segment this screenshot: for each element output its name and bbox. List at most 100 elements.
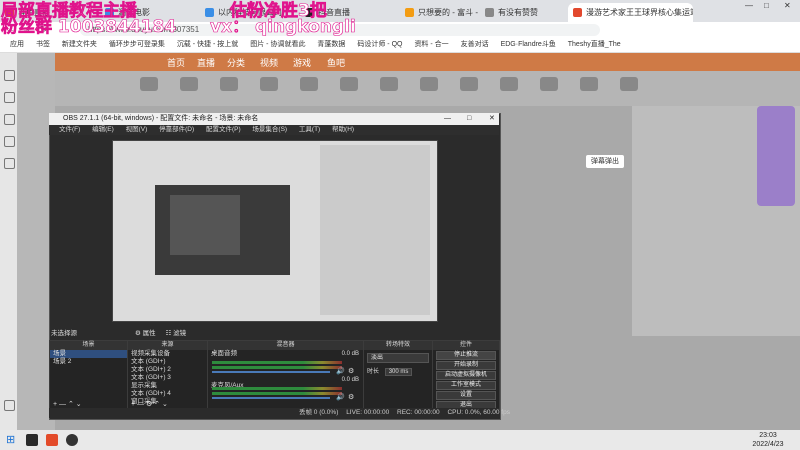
danmu-popout-button[interactable]: 弹幕弹出: [586, 155, 624, 168]
maximize-icon[interactable]: □: [467, 113, 471, 125]
bookmark[interactable]: 沉载 - 快捷 - 按上就: [177, 38, 238, 52]
preview-nested-page: [320, 145, 430, 315]
obs-app-icon[interactable]: [66, 434, 78, 446]
menu-docks[interactable]: 停靠部件(D): [159, 126, 194, 133]
volume-slider[interactable]: [212, 371, 330, 373]
bookmark-icon[interactable]: [4, 158, 15, 169]
site-icon: [405, 8, 414, 17]
add-icon[interactable]: [4, 400, 15, 411]
site-nav: 首页 直播 分类 视频 游戏 鱼吧: [55, 53, 800, 71]
menu-tools[interactable]: 工具(T): [299, 126, 320, 133]
category-row: [55, 71, 800, 106]
nav-yuba[interactable]: 鱼吧: [327, 56, 345, 69]
bookmark[interactable]: 图片 - 协调就看此: [250, 38, 305, 52]
bookmark[interactable]: 青蓬数据: [317, 38, 345, 52]
stop-streaming-button[interactable]: 停止推流: [436, 351, 496, 360]
speaker-icon[interactable]: 🔊: [336, 367, 345, 375]
category-icon[interactable]: [380, 77, 398, 91]
settings-button[interactable]: 设置: [436, 391, 496, 400]
menu-file[interactable]: 文件(F): [59, 126, 80, 133]
menu-help[interactable]: 帮助(H): [332, 126, 354, 133]
clock[interactable]: 23:03 2022/4/23: [748, 431, 788, 449]
volume-slider[interactable]: [212, 397, 330, 399]
bookmark[interactable]: 新建文件夹: [62, 38, 97, 52]
category-icon[interactable]: [420, 77, 438, 91]
dock-title: 控件: [433, 341, 499, 350]
category-icon[interactable]: [540, 77, 558, 91]
category-icon[interactable]: [220, 77, 238, 91]
bookmark[interactable]: EDG·Flandre斗鱼: [501, 38, 556, 52]
source-item[interactable]: 文本 (GDI+) 3: [128, 374, 207, 382]
search-icon[interactable]: [26, 434, 38, 446]
menu-profile[interactable]: 配置文件(P): [206, 126, 241, 133]
note-icon[interactable]: [4, 114, 15, 125]
nav-home[interactable]: 首页: [167, 56, 185, 69]
category-icon[interactable]: [580, 77, 598, 91]
nav-category[interactable]: 分类: [227, 56, 245, 69]
start-recording-button[interactable]: 开始录制: [436, 361, 496, 370]
source-item[interactable]: 文本 (GDI+) 4: [128, 390, 207, 398]
properties-tab[interactable]: ⚙ 属性: [135, 330, 156, 337]
browser-side-panel: [0, 53, 17, 430]
source-add-remove-buttons[interactable]: + — ⚙ ⌃ ⌄: [131, 400, 168, 408]
preview-nested-obs-inner: [170, 195, 240, 255]
category-icon[interactable]: [460, 77, 478, 91]
history-icon[interactable]: [4, 92, 15, 103]
taskbar: [0, 430, 800, 450]
close-icon[interactable]: ✕: [489, 113, 495, 125]
scene-add-remove-buttons[interactable]: + — ⌃ ⌄: [53, 400, 82, 408]
bookmark[interactable]: 码设计师 - QQ: [357, 38, 402, 52]
virtual-camera-button[interactable]: 启动虚拟摄像机: [436, 371, 496, 380]
category-icon[interactable]: [140, 77, 158, 91]
transition-select[interactable]: 淡出: [367, 353, 429, 363]
category-icon[interactable]: [620, 77, 638, 91]
bookmark[interactable]: 循环步步可登录集: [109, 38, 165, 52]
source-item[interactable]: 文本 (GDI+): [128, 358, 207, 366]
minimize-icon[interactable]: —: [444, 113, 451, 125]
category-icon[interactable]: [260, 77, 278, 91]
overlay-text: vx： qingkongli: [210, 17, 356, 38]
close-icon[interactable]: ✕: [784, 1, 791, 10]
source-item[interactable]: 视频采集设备: [128, 350, 207, 358]
nav-live[interactable]: 直播: [197, 56, 215, 69]
source-item[interactable]: 显示采集: [128, 382, 207, 390]
scene-item[interactable]: 场景: [50, 350, 127, 358]
gear-icon[interactable]: ⚙: [348, 393, 354, 401]
category-icon[interactable]: [500, 77, 518, 91]
volume-meter: [212, 392, 342, 395]
gear-icon[interactable]: ⚙: [348, 367, 354, 375]
bookmark[interactable]: 友善对话: [461, 38, 489, 52]
star-icon[interactable]: [4, 70, 15, 81]
category-icon[interactable]: [180, 77, 198, 91]
menu-view[interactable]: 视图(V): [126, 126, 148, 133]
speaker-icon[interactable]: 🔊: [336, 393, 345, 401]
windows-start-icon[interactable]: ⊞: [6, 433, 15, 446]
menu-edit[interactable]: 编辑(E): [92, 126, 114, 133]
scene-item[interactable]: 场景 2: [50, 358, 127, 366]
browser-app-icon[interactable]: [46, 434, 58, 446]
bookmark[interactable]: Theshy直播_The: [568, 38, 621, 52]
duration-input[interactable]: 300 ms: [384, 368, 413, 376]
browser-tab-active[interactable]: 漫游艺术家王王球界核心集运站: [568, 3, 693, 22]
bookmark[interactable]: 资料 - 合一: [414, 38, 448, 52]
filters-tab[interactable]: ☷ 滤镜: [165, 330, 186, 337]
promo-banner[interactable]: [757, 106, 795, 206]
category-icon[interactable]: [340, 77, 358, 91]
nav-game[interactable]: 游戏: [293, 56, 311, 69]
studio-mode-button[interactable]: 工作室模式: [436, 381, 496, 390]
menu-scene-collection[interactable]: 场景集合(S): [252, 126, 287, 133]
volume-meter: [212, 361, 342, 364]
mixer-db: 0.0 dB: [341, 377, 359, 383]
maximize-icon[interactable]: □: [764, 1, 769, 10]
category-icon[interactable]: [300, 77, 318, 91]
volume-meter: [212, 387, 342, 390]
chat-icon[interactable]: [4, 136, 15, 147]
no-source-label: 未选择源: [51, 330, 77, 337]
minimize-icon[interactable]: —: [745, 1, 753, 10]
bookmark[interactable]: 书签: [36, 38, 50, 52]
douyu-icon: [573, 8, 582, 17]
nav-video[interactable]: 视频: [260, 56, 278, 69]
bookmark[interactable]: 应用: [10, 38, 24, 52]
transitions-dock: 转场特效 淡出 时长 300 ms: [363, 340, 433, 410]
source-item[interactable]: 文本 (GDI+) 2: [128, 366, 207, 374]
